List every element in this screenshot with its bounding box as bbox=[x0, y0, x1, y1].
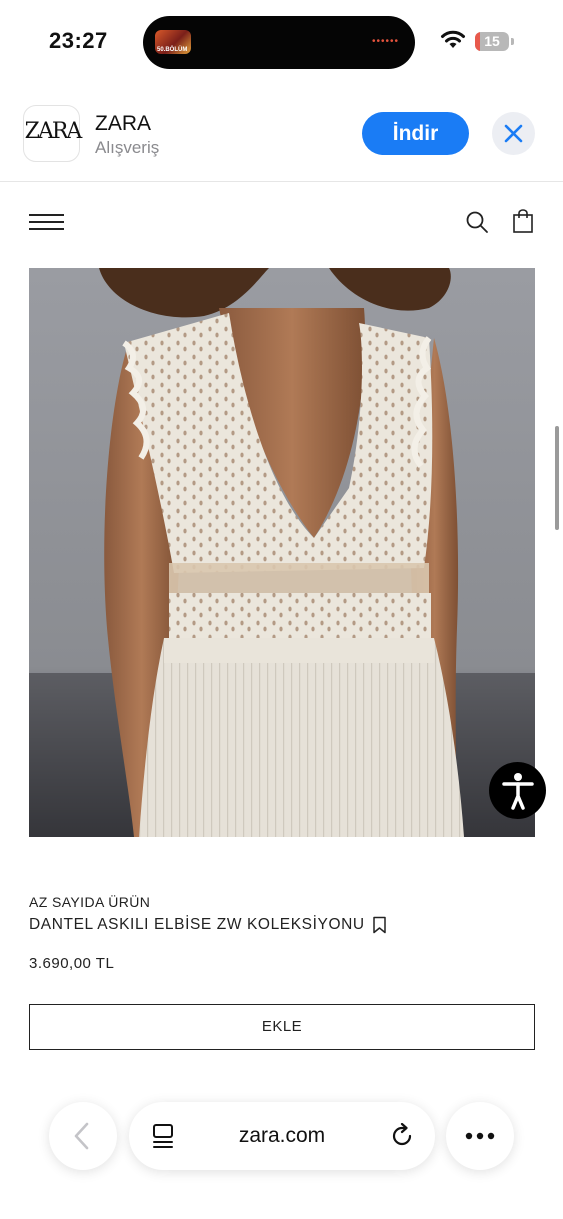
get-app-button[interactable]: İndir bbox=[362, 112, 469, 155]
wifi-icon bbox=[441, 30, 465, 48]
live-activity-badge: 50.BÖLÜM bbox=[157, 47, 188, 53]
bookmark-icon[interactable] bbox=[372, 916, 387, 934]
product-image[interactable] bbox=[29, 268, 535, 837]
reload-icon[interactable] bbox=[389, 1123, 415, 1149]
live-activity-thumbnail: 50.BÖLÜM bbox=[155, 30, 191, 54]
close-icon bbox=[504, 124, 523, 143]
more-options-button[interactable] bbox=[446, 1102, 514, 1170]
site-header bbox=[0, 183, 563, 261]
battery-icon: 15 bbox=[475, 32, 509, 51]
battery-level: 15 bbox=[484, 33, 500, 49]
live-activity-waveform-icon: •••••• bbox=[371, 36, 399, 47]
more-icon bbox=[465, 1132, 495, 1140]
low-stock-label: AZ SAYIDA ÜRÜN bbox=[29, 894, 151, 910]
back-button[interactable] bbox=[49, 1102, 117, 1170]
shopping-bag-icon[interactable] bbox=[512, 209, 534, 234]
search-icon[interactable] bbox=[465, 210, 489, 234]
zara-logo: ZARA bbox=[24, 119, 83, 144]
add-to-cart-button[interactable]: EKLE bbox=[29, 1004, 535, 1050]
status-bar: 23:27 50.BÖLÜM •••••• 15 bbox=[0, 0, 563, 84]
app-icon[interactable]: ZARA bbox=[23, 105, 83, 162]
status-time: 23:27 bbox=[49, 28, 108, 53]
smart-app-banner: ZARA ZARA Alışveriş İndir bbox=[0, 84, 563, 182]
dynamic-island[interactable]: 50.BÖLÜM •••••• bbox=[143, 16, 415, 69]
accessibility-button[interactable] bbox=[489, 762, 546, 819]
battery-cap bbox=[511, 38, 514, 45]
close-banner-button[interactable] bbox=[492, 112, 535, 155]
address-bar[interactable]: zara.com bbox=[129, 1102, 435, 1170]
product-price: 3.690,00 TL bbox=[29, 955, 115, 972]
browser-toolbar: zara.com bbox=[0, 1090, 563, 1219]
app-name: ZARA bbox=[95, 112, 152, 135]
product-name: DANTEL ASKILI ELBİSE ZW KOLEKSİYONU bbox=[29, 916, 365, 933]
app-category: Alışveriş bbox=[95, 138, 160, 157]
hamburger-menu-icon[interactable] bbox=[29, 214, 64, 230]
scroll-indicator[interactable] bbox=[555, 426, 559, 530]
reader-mode-icon[interactable] bbox=[151, 1123, 175, 1149]
chevron-left-icon bbox=[74, 1122, 89, 1150]
accessibility-icon bbox=[502, 773, 534, 810]
